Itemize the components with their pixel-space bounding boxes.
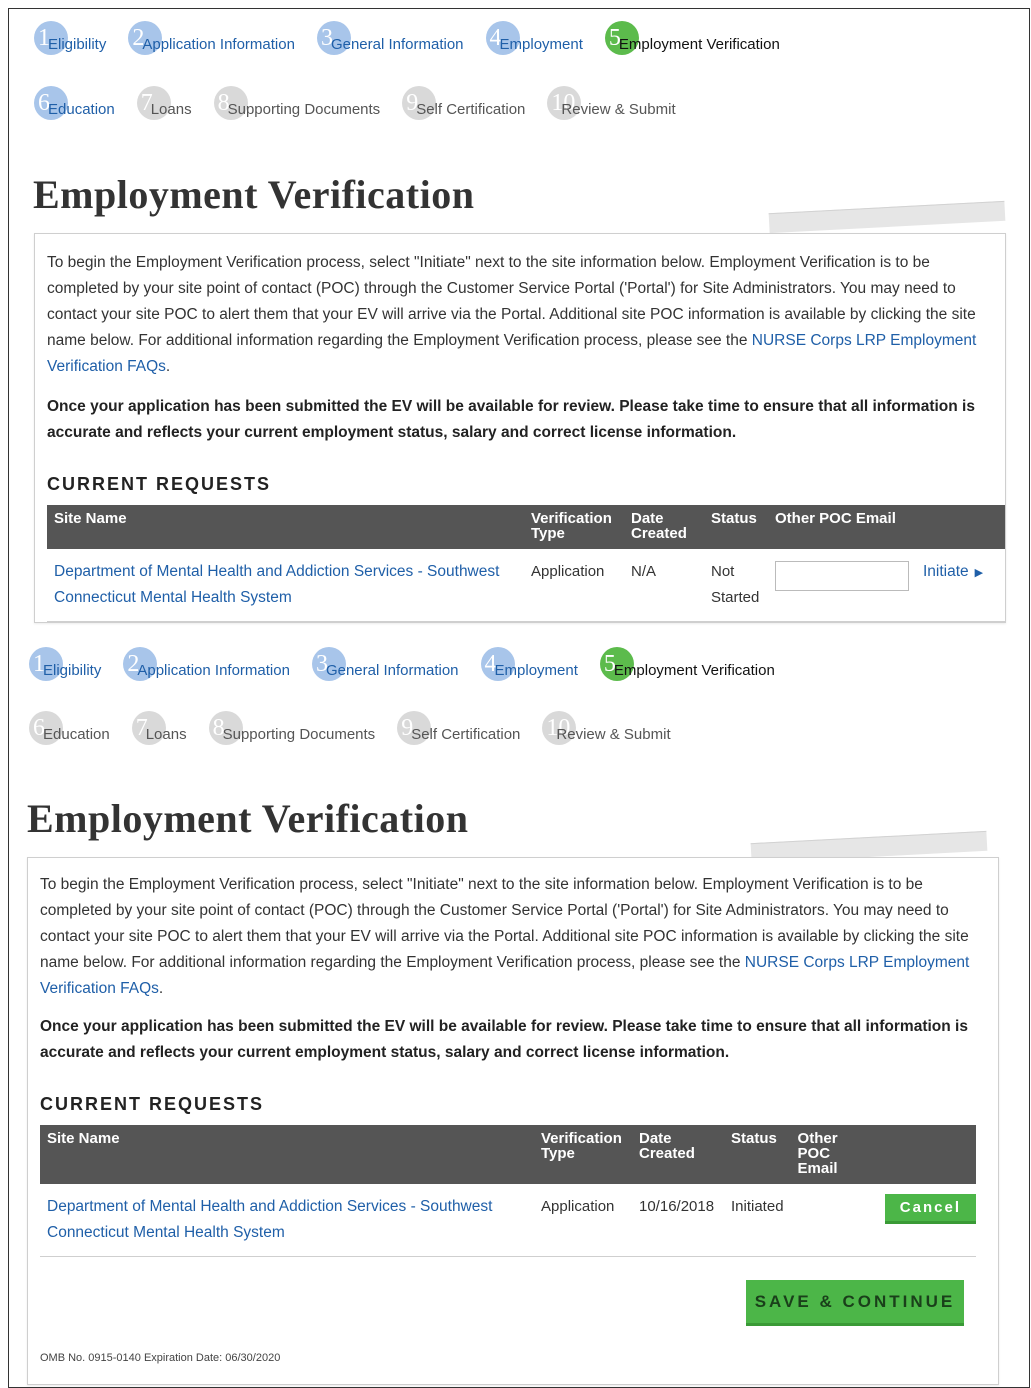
- screenshot-frame: 1 Eligibility 2 Application Information 3G…: [8, 8, 1030, 1388]
- cell-poc-email: [768, 549, 916, 622]
- step-application-information[interactable]: 2 Application Information: [123, 647, 290, 681]
- cell-action: Initiate ▶: [916, 549, 1005, 622]
- col-verification-type: Verification Type: [534, 1125, 632, 1184]
- step-employment-verification[interactable]: 5 Employment Verification: [599, 647, 775, 681]
- step-label: Employment Verification: [613, 662, 775, 679]
- step-label: Education: [48, 101, 115, 118]
- notice-paragraph: Once your application has been submitted…: [40, 1018, 968, 1061]
- table-row: Department of Mental Health and Addictio…: [40, 1184, 976, 1257]
- table-header-row: Site Name Verification Type Date Created…: [47, 505, 1005, 549]
- intro-end: .: [158, 980, 164, 997]
- step-review-submit[interactable]: 10 Review & Submit: [547, 86, 676, 120]
- step-label: Self Certification: [416, 101, 526, 118]
- step-self-certification[interactable]: 9 Self Certification: [402, 86, 525, 120]
- step-label: Loans: [145, 726, 187, 743]
- progress-steps-row-1: 1 Eligibility 2 Application Information 3G…: [34, 21, 802, 55]
- col-other-poc-email: Other POC Email: [768, 505, 916, 549]
- play-arrow-icon: ▶: [974, 567, 984, 579]
- section-before: 1 Eligibility 2 Application Information 3G…: [9, 9, 1029, 649]
- step-label: General Information: [325, 662, 459, 679]
- step-self-certification[interactable]: 9 Self Certification: [397, 711, 520, 745]
- intro-paragraph: To begin the Employment Verification pro…: [40, 872, 988, 1002]
- table-row: Department of Mental Health and Addictio…: [47, 549, 1005, 622]
- col-verification-type: Verification Type: [524, 505, 624, 549]
- page-title: Employment Verification: [33, 172, 475, 217]
- step-employment[interactable]: 4 Employment: [480, 647, 578, 681]
- col-site-name: Site Name: [40, 1125, 534, 1184]
- cell-date-created: 10/16/2018: [632, 1184, 724, 1257]
- col-site-name: Site Name: [47, 505, 524, 549]
- intro-paragraph: To begin the Employment Verification pro…: [47, 250, 995, 380]
- cell-poc-email: [790, 1184, 847, 1257]
- step-label: Eligibility: [48, 36, 107, 53]
- intro-end: .: [165, 358, 171, 375]
- cell-status: Not Started: [704, 549, 768, 622]
- cell-verification-type: Application: [534, 1184, 632, 1257]
- cell-site-name: Department of Mental Health and Addictio…: [47, 549, 524, 622]
- step-employment[interactable]: 4 Employment: [485, 21, 583, 55]
- cell-site-name: Department of Mental Health and Addictio…: [40, 1184, 534, 1257]
- page-title: Employment Verification: [27, 796, 469, 841]
- step-label: Loans: [150, 101, 192, 118]
- current-requests-title: CURRENT REQUESTS: [40, 1094, 265, 1114]
- col-action: [846, 1125, 976, 1184]
- step-loans[interactable]: 7 Loans: [131, 711, 187, 745]
- cell-status: Initiated: [724, 1184, 791, 1257]
- progress-steps-row-2: 6 Education 7 Loans 8 Supporting Documents …: [34, 86, 698, 120]
- site-name-link[interactable]: Department of Mental Health and Addictio…: [54, 563, 499, 606]
- progress-steps-row-1: 1 Eligibility 2 Application Information 3G…: [29, 647, 797, 681]
- current-requests-title: CURRENT REQUESTS: [47, 474, 272, 494]
- step-eligibility[interactable]: 1 Eligibility: [34, 21, 106, 55]
- step-label: Supporting Documents: [222, 726, 376, 743]
- step-supporting-documents[interactable]: 8 Supporting Documents: [208, 711, 376, 745]
- step-education[interactable]: 6 Education: [34, 86, 115, 120]
- step-label: Supporting Documents: [227, 101, 381, 118]
- step-general-information[interactable]: 3 General Information: [316, 21, 464, 55]
- step-label: Application Information: [137, 662, 290, 679]
- other-poc-email-input[interactable]: [775, 561, 909, 591]
- employment-verification-card: To begin the Employment Verification pro…: [27, 857, 999, 1385]
- cell-date-created: N/A: [624, 549, 704, 622]
- current-requests-table: Site Name Verification Type Date Created…: [47, 505, 1005, 622]
- paper-decoration: [768, 200, 1006, 234]
- step-general-information[interactable]: 3 General Information: [311, 647, 459, 681]
- step-label: Education: [43, 726, 110, 743]
- step-label: Employment: [499, 36, 583, 53]
- step-label: Employment Verification: [618, 36, 780, 53]
- step-label: Self Certification: [411, 726, 521, 743]
- section-after: 1 Eligibility 2 Application Information 3G…: [9, 645, 1029, 1387]
- step-label: General Information: [330, 36, 464, 53]
- step-application-information[interactable]: 2 Application Information: [128, 21, 295, 55]
- cell-verification-type: Application: [524, 549, 624, 622]
- employment-verification-card: To begin the Employment Verification pro…: [34, 233, 1006, 623]
- cancel-button[interactable]: Cancel: [884, 1194, 976, 1224]
- step-supporting-documents[interactable]: 8 Supporting Documents: [213, 86, 381, 120]
- step-employment-verification[interactable]: 5 Employment Verification: [604, 21, 780, 55]
- step-label: Eligibility: [43, 662, 102, 679]
- step-label: Review & Submit: [556, 726, 671, 743]
- col-date-created: Date Created: [632, 1125, 724, 1184]
- cell-action: Cancel: [846, 1184, 976, 1257]
- col-status: Status: [724, 1125, 791, 1184]
- col-other-poc-email: Other POC Email: [790, 1125, 847, 1184]
- save-continue-button[interactable]: SAVE & CONTINUE: [746, 1280, 964, 1326]
- step-label: Review & Submit: [561, 101, 676, 118]
- table-header-row: Site Name Verification Type Date Created…: [40, 1125, 976, 1184]
- site-name-link[interactable]: Department of Mental Health and Addictio…: [47, 1198, 492, 1241]
- current-requests-table: Site Name Verification Type Date Created…: [40, 1125, 976, 1257]
- notice-paragraph: Once your application has been submitted…: [47, 398, 975, 441]
- progress-steps-row-2: 6 Education 7 Loans 8 Supporting Documents …: [29, 711, 693, 745]
- step-label: Employment: [494, 662, 578, 679]
- step-label: Application Information: [142, 36, 295, 53]
- col-action: [916, 505, 1005, 549]
- omb-expiration-text: OMB No. 0915-0140 Expiration Date: 06/30…: [40, 1352, 281, 1364]
- step-education[interactable]: 6 Education: [29, 711, 110, 745]
- step-eligibility[interactable]: 1 Eligibility: [29, 647, 101, 681]
- initiate-link[interactable]: Initiate ▶: [923, 563, 983, 580]
- col-date-created: Date Created: [624, 505, 704, 549]
- initiate-label: Initiate: [923, 563, 969, 580]
- step-loans[interactable]: 7 Loans: [136, 86, 192, 120]
- col-status: Status: [704, 505, 768, 549]
- step-review-submit[interactable]: 10 Review & Submit: [542, 711, 671, 745]
